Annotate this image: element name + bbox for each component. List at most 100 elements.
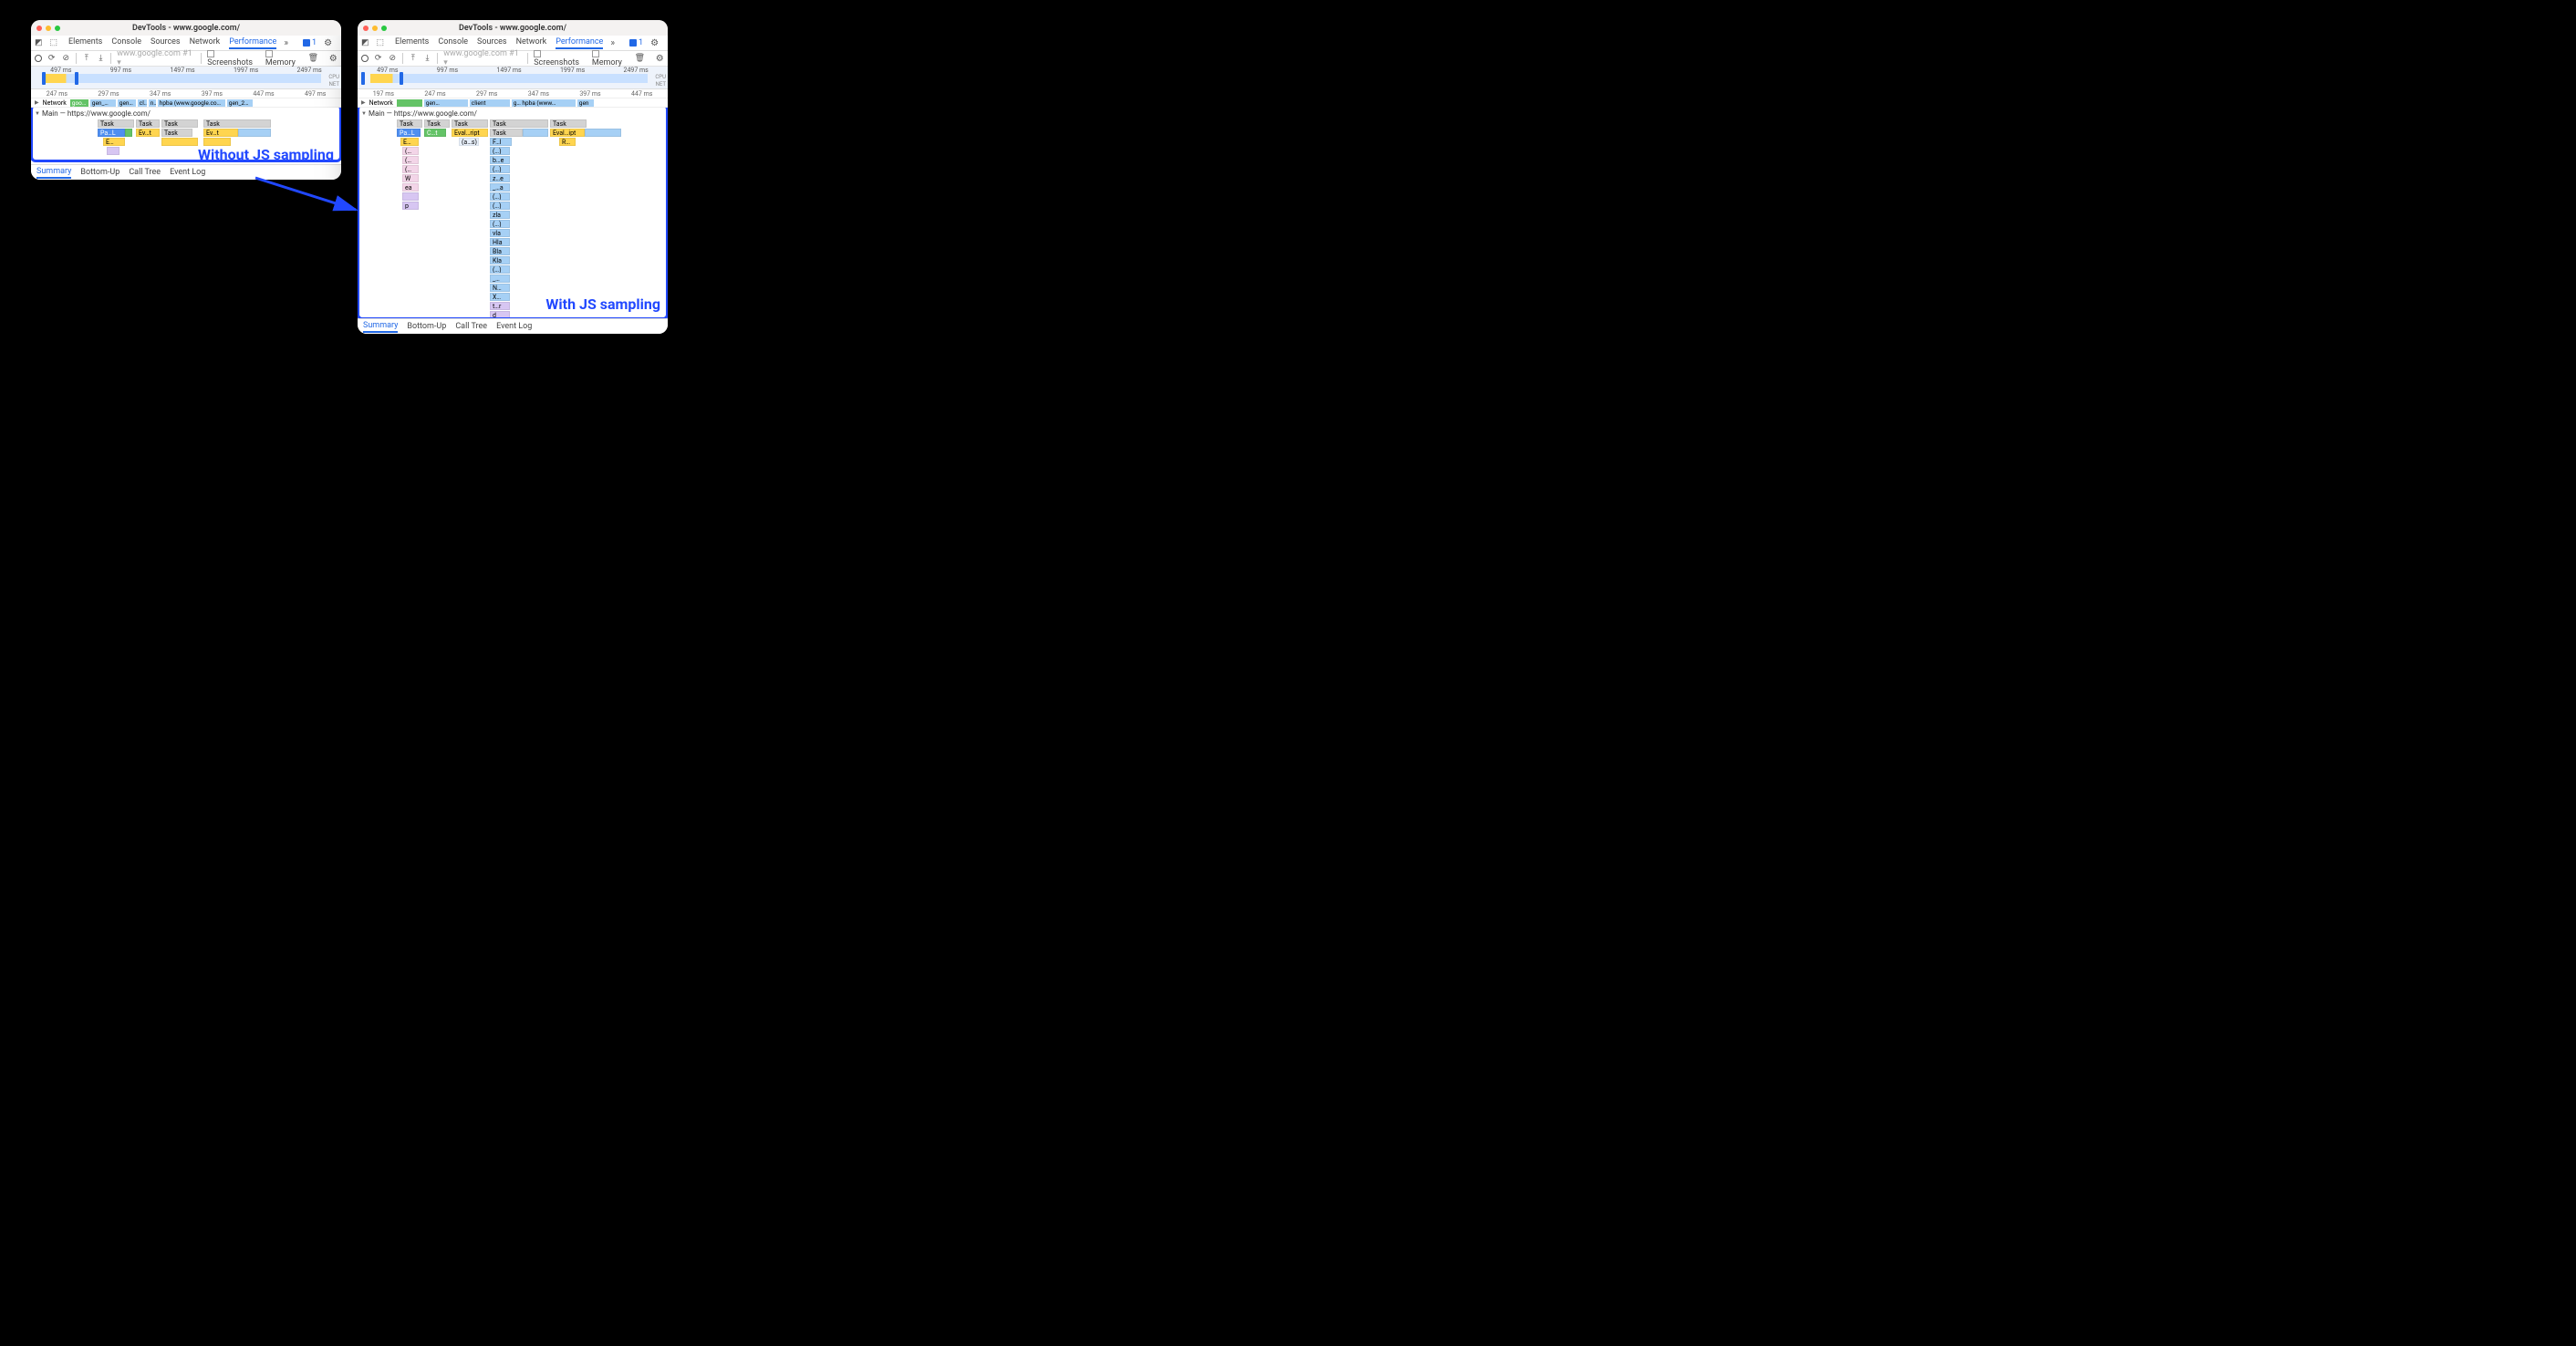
- clear-button[interactable]: ⊘: [388, 54, 397, 63]
- flame-entry[interactable]: C…t: [424, 129, 446, 137]
- flame-chart[interactable]: ▼ Main — https://www.google.com/ TaskTas…: [31, 108, 341, 164]
- flame-entry[interactable]: Ev…t: [203, 129, 238, 137]
- gc-icon[interactable]: 🗑: [635, 54, 644, 63]
- tab-console[interactable]: Console: [438, 37, 468, 49]
- issues-badge[interactable]: 1: [303, 38, 317, 47]
- flame-entry[interactable]: Task: [203, 119, 271, 128]
- network-track[interactable]: ▶ Network goo…gen_…gen…cl…n…hpba (www.go…: [31, 98, 341, 108]
- timeline-overview[interactable]: 497 ms997 ms1497 ms1997 ms2497 ms CPU NE…: [358, 67, 668, 89]
- network-entry[interactable]: g… hpba (www…: [512, 99, 576, 107]
- network-entry[interactable]: gen_2…: [227, 99, 253, 107]
- flame-entry[interactable]: [107, 147, 119, 155]
- network-entry[interactable]: hpba (www.google.co…: [158, 99, 225, 107]
- kebab-icon[interactable]: ⋮: [339, 38, 341, 47]
- details-tab-event-log[interactable]: Event Log: [170, 168, 205, 177]
- traffic-lights[interactable]: [363, 26, 387, 31]
- kebab-icon[interactable]: ⋮: [666, 38, 668, 47]
- details-tab-bottom-up[interactable]: Bottom-Up: [407, 322, 446, 331]
- tab-elements[interactable]: Elements: [68, 37, 102, 49]
- flame-entry[interactable]: (…): [490, 265, 510, 274]
- timeline-ruler[interactable]: 247 ms297 ms347 ms397 ms447 ms497 ms: [31, 89, 341, 98]
- device-icon[interactable]: ⬚: [377, 38, 385, 47]
- flame-entry[interactable]: zla: [490, 211, 510, 219]
- flame-entry[interactable]: Task: [424, 119, 450, 128]
- flame-entry[interactable]: [161, 138, 198, 146]
- network-entry[interactable]: goo…: [70, 99, 88, 107]
- close-icon[interactable]: [36, 26, 42, 31]
- flame-entry[interactable]: b…e: [490, 156, 510, 164]
- minimize-icon[interactable]: [46, 26, 51, 31]
- details-tab-call-tree[interactable]: Call Tree: [129, 168, 161, 177]
- record-button[interactable]: [35, 55, 42, 62]
- flame-entry[interactable]: t…r: [490, 302, 510, 310]
- flame-entry[interactable]: Hla: [490, 238, 510, 246]
- flame-chart[interactable]: ▼ Main — https://www.google.com/ TaskTas…: [358, 108, 668, 318]
- flame-entry[interactable]: Task: [397, 119, 422, 128]
- flame-entry[interactable]: Task: [98, 119, 134, 128]
- flame-entry[interactable]: Ev…t: [136, 129, 160, 137]
- flame-entry[interactable]: Task: [452, 119, 488, 128]
- flame-entry[interactable]: E…: [400, 138, 419, 146]
- flame-entry[interactable]: [125, 129, 132, 137]
- flame-entry[interactable]: R…: [559, 138, 576, 146]
- tab-network[interactable]: Network: [516, 37, 547, 49]
- network-entry[interactable]: [397, 99, 422, 107]
- download-button[interactable]: ⤓: [423, 54, 432, 63]
- flame-entry[interactable]: (…): [490, 220, 510, 228]
- network-entry[interactable]: gen: [577, 99, 594, 107]
- disclosure-triangle-icon[interactable]: ▶: [361, 99, 366, 106]
- network-entry[interactable]: gen_…: [90, 99, 116, 107]
- tab-sources[interactable]: Sources: [151, 37, 181, 49]
- settings-icon[interactable]: ⚙: [650, 38, 659, 47]
- details-tab-call-tree[interactable]: Call Tree: [455, 322, 487, 331]
- main-track-header[interactable]: ▼ Main — https://www.google.com/: [31, 108, 341, 119]
- network-entry[interactable]: client: [470, 99, 510, 107]
- flame-entry[interactable]: vla: [490, 229, 510, 237]
- overview-thumb[interactable]: [44, 74, 77, 83]
- flame-entry[interactable]: (…: [402, 147, 419, 155]
- flame-entry[interactable]: F…l: [490, 138, 512, 146]
- timeline-overview[interactable]: 497 ms997 ms1497 ms1997 ms2497 ms CPU NE…: [31, 67, 341, 89]
- gc-icon[interactable]: 🗑: [308, 54, 317, 63]
- flame-entry[interactable]: Eval…ipt: [550, 129, 585, 137]
- flame-entry[interactable]: (…): [490, 147, 510, 155]
- close-icon[interactable]: [363, 26, 369, 31]
- inspect-icon[interactable]: ◩: [35, 38, 43, 47]
- tab-performance[interactable]: Performance: [556, 37, 603, 49]
- flame-entry[interactable]: _…a: [490, 183, 510, 192]
- tabs-overflow-icon[interactable]: »: [610, 38, 615, 48]
- flame-entry[interactable]: E…: [103, 138, 125, 146]
- memory-checkbox[interactable]: Memory: [265, 49, 303, 67]
- flame-entry[interactable]: (…: [402, 165, 419, 173]
- tabs-overflow-icon[interactable]: »: [284, 38, 288, 48]
- zoom-icon[interactable]: [381, 26, 387, 31]
- flame-entry[interactable]: N…: [490, 284, 510, 292]
- flame-entry[interactable]: (a…s): [459, 138, 479, 146]
- flame-entry[interactable]: (…): [490, 165, 510, 173]
- perf-settings-icon[interactable]: ⚙: [655, 54, 664, 63]
- main-track-header[interactable]: ▼ Main — https://www.google.com/: [358, 108, 668, 119]
- flame-entry[interactable]: Task: [161, 129, 192, 137]
- flame-entry[interactable]: X…: [490, 293, 510, 301]
- settings-icon[interactable]: ⚙: [324, 38, 332, 47]
- details-tab-summary[interactable]: Summary: [36, 167, 71, 179]
- flame-entry[interactable]: Kla: [490, 256, 510, 264]
- inspect-icon[interactable]: ◩: [361, 38, 369, 47]
- clear-button[interactable]: ⊘: [61, 54, 70, 63]
- flame-entry[interactable]: ea: [402, 183, 419, 192]
- reload-button[interactable]: ⟳: [47, 54, 57, 63]
- details-tab-bottom-up[interactable]: Bottom-Up: [80, 168, 119, 177]
- disclosure-triangle-icon[interactable]: ▼: [361, 110, 367, 117]
- minimize-icon[interactable]: [372, 26, 378, 31]
- tab-sources[interactable]: Sources: [477, 37, 507, 49]
- flame-entry[interactable]: Task: [161, 119, 198, 128]
- flame-entry[interactable]: Task: [490, 129, 523, 137]
- flame-entry[interactable]: [402, 192, 419, 201]
- flame-entry[interactable]: p: [402, 202, 419, 210]
- tab-network[interactable]: Network: [190, 37, 221, 49]
- flame-entry[interactable]: Bla: [490, 247, 510, 255]
- flame-entry[interactable]: Task: [490, 119, 548, 128]
- flame-entry[interactable]: (…: [402, 156, 419, 164]
- profile-selector[interactable]: www.google.com #1 ▾: [117, 49, 195, 67]
- details-tab-summary[interactable]: Summary: [363, 321, 398, 333]
